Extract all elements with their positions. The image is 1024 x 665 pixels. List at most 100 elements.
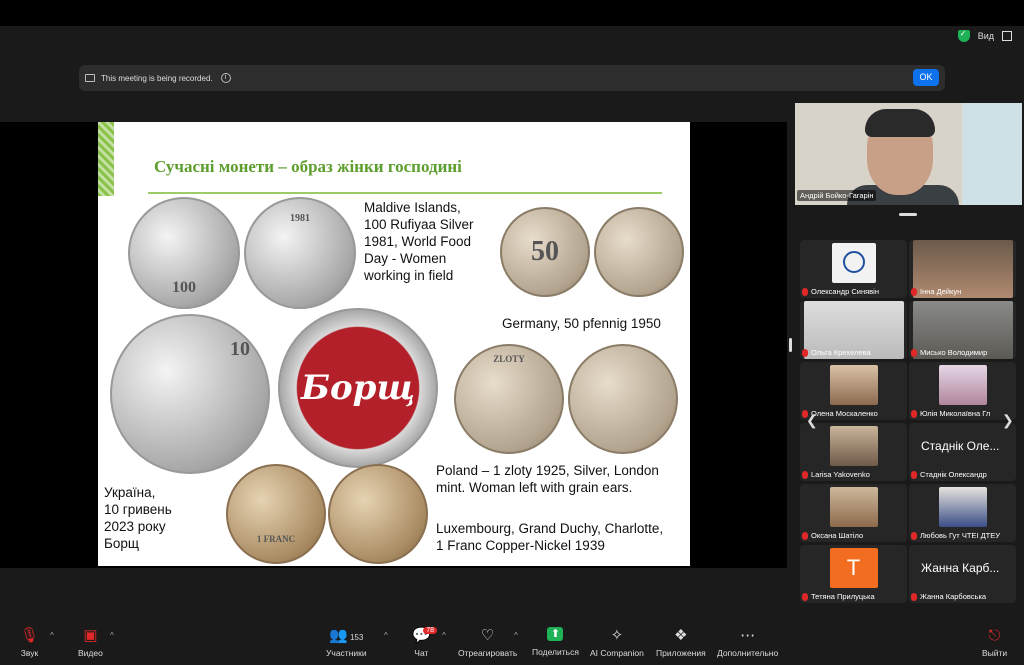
participant-photo	[938, 487, 987, 527]
sound-options-icon[interactable]: ^	[50, 631, 54, 640]
self-video-tile[interactable]: Андрій Бойко-Гагарін	[795, 103, 1022, 205]
participant-label: Любовь Гут ЧТЕІ ДТЕУ	[911, 531, 1000, 540]
coin-maldives-back: 1981	[244, 197, 356, 309]
caption-line: Poland – 1 zloty 1925, Silver, London	[436, 463, 659, 478]
mic-muted-icon	[911, 592, 917, 601]
participant-tile[interactable]: Стаднік Оле... Стаднік Олександр	[909, 423, 1016, 481]
video-label: Видео	[78, 648, 103, 658]
participant-name: Ольга Крехелева	[811, 348, 871, 357]
caption-luxembourg: Luxembourg, Grand Duchy, Charlotte, 1 Fr…	[436, 520, 663, 554]
participant-tile[interactable]: Любовь Гут ЧТЕІ ДТЕУ	[909, 484, 1016, 542]
coin-luxembourg-front: 1 FRANC	[226, 464, 326, 564]
participants-gallery: Олександр Синявін Інна Дейкун Ольга Крех…	[800, 240, 1018, 606]
view-label[interactable]: Вид	[978, 31, 994, 41]
caption-line: 2023 року	[104, 519, 166, 534]
coin-value: 100	[172, 279, 196, 296]
slide-title: Сучасні монети – образ жінки господині	[154, 157, 462, 176]
leave-button[interactable]: ⎋ Выйти	[982, 627, 1007, 658]
participant-tile[interactable]: Олександр Синявін	[800, 240, 907, 298]
view-grid-icon[interactable]	[1002, 31, 1012, 41]
chat-badge: 78	[423, 627, 437, 634]
participant-label: Жанна Карбовська	[911, 592, 986, 601]
mic-muted-icon	[911, 287, 917, 296]
caption-line: Борщ	[104, 536, 139, 551]
participant-tile[interactable]: Інна Дейкун	[909, 240, 1016, 298]
caption-line: working in field	[364, 268, 454, 283]
ai-companion-button[interactable]: ✧ AI Companion	[590, 627, 644, 658]
title-underline	[148, 192, 662, 194]
coin-value: 50	[531, 236, 559, 267]
mic-muted-icon	[802, 348, 808, 357]
participant-avatar: Т	[829, 548, 878, 588]
participant-tile[interactable]: Мисько Володимир	[909, 301, 1016, 359]
participant-name: Тетяна Прилуцька	[811, 592, 875, 601]
participant-logo	[831, 243, 876, 283]
sound-button[interactable]: 🎙 Звук	[20, 627, 39, 658]
avatar-initial: Т	[846, 555, 861, 580]
participant-tile[interactable]: Т Тетяна Прилуцька	[800, 545, 907, 603]
coin-ukraine-borsch: Борщ	[278, 308, 438, 468]
caption-line: Maldive Islands,	[364, 200, 461, 215]
participant-tile[interactable]: Ольга Крехелева	[800, 301, 907, 359]
participants-count: 153	[349, 633, 364, 642]
participant-tile[interactable]: Larisa Yakovenko	[800, 423, 907, 481]
mic-muted-icon	[911, 470, 917, 479]
presentation-slide: Сучасні монети – образ жінки господині 1…	[98, 122, 690, 566]
gallery-prev-icon[interactable]: ❮	[806, 412, 818, 429]
video-button[interactable]: ▣ Видео	[78, 627, 103, 658]
participant-name: Стаднік Олександр	[920, 470, 987, 479]
ok-button[interactable]: OK	[913, 69, 939, 86]
mic-muted-icon	[802, 592, 808, 601]
video-divider-handle[interactable]	[899, 213, 917, 216]
mic-muted-icon	[802, 470, 808, 479]
coin-poland-front: ZLOTY	[454, 344, 564, 454]
panel-resize-handle[interactable]	[789, 338, 792, 352]
caption-line: mint. Woman left with grain ears.	[436, 480, 633, 495]
participant-photo	[829, 365, 878, 405]
participant-name: Жанна Карбовська	[920, 592, 987, 601]
encryption-shield-icon[interactable]	[957, 29, 970, 42]
share-button[interactable]: ⬆ Поделиться	[532, 627, 579, 657]
share-screen-icon: ⬆	[547, 627, 564, 641]
gallery-next-icon[interactable]: ❯	[1002, 412, 1014, 429]
participant-label: Олександр Синявін	[802, 287, 879, 296]
react-label: Отреагировать	[458, 648, 518, 658]
caption-germany: Germany, 50 pfennig 1950	[502, 316, 661, 331]
participants-options-icon[interactable]: ^	[384, 631, 388, 640]
participant-tile[interactable]: Юлія Миколаївна Гл	[909, 362, 1016, 420]
share-label: Поделиться	[532, 647, 579, 657]
chat-button[interactable]: 💬 78 Чат	[412, 627, 437, 658]
participant-label: Тетяна Прилуцька	[802, 592, 875, 601]
coin-ukraine-front: 10	[110, 314, 270, 474]
chat-label: Чат	[414, 648, 429, 658]
info-icon[interactable]: i	[220, 73, 231, 83]
apps-icon: ❖	[674, 627, 688, 644]
recording-text: This meeting is being recorded.	[101, 73, 213, 83]
react-options-icon[interactable]: ^	[514, 631, 518, 640]
recording-banner: This meeting is being recorded. i OK	[79, 65, 945, 91]
participants-button[interactable]: 👥 153 Участники	[326, 627, 367, 658]
chat-options-icon[interactable]: ^	[442, 631, 446, 640]
participant-tile[interactable]: Оксана Шатіло	[800, 484, 907, 542]
title-bar	[0, 0, 1024, 26]
mic-muted-icon	[802, 287, 808, 296]
more-button[interactable]: ⋯ Дополнительно	[717, 627, 778, 658]
caption-line: 100 Rufiyaa Silver	[364, 217, 474, 232]
participants-icon: 👥 153	[329, 627, 364, 644]
apps-button[interactable]: ❖ Приложения	[656, 627, 706, 658]
meeting-toolbar: 🎙 Звук ^ ▣ Видео ^ 👥 153 Участники ^ 💬 78…	[0, 623, 1024, 665]
participant-big-name: Стаднік Оле...	[921, 439, 1000, 453]
participant-tile[interactable]: Жанна Карб... Жанна Карбовська	[909, 545, 1016, 603]
coin-borsch-text: Борщ	[300, 368, 416, 408]
caption-line: Luxembourg, Grand Duchy, Charlotte,	[436, 521, 664, 536]
participant-name: Любовь Гут ЧТЕІ ДТЕУ	[920, 531, 1000, 540]
react-button[interactable]: ♡ Отреагировать	[458, 627, 517, 658]
leave-label: Выйти	[982, 648, 1008, 658]
self-name-tag: Андрій Бойко-Гагарін	[797, 190, 877, 201]
participant-video	[829, 426, 878, 466]
video-background	[962, 103, 1022, 205]
caption-maldives: Maldive Islands, 100 Rufiyaa Silver 1981…	[364, 199, 474, 284]
coin-poland-back	[568, 344, 678, 454]
video-options-icon[interactable]: ^	[110, 631, 114, 640]
participant-name: Оксана Шатіло	[811, 531, 864, 540]
